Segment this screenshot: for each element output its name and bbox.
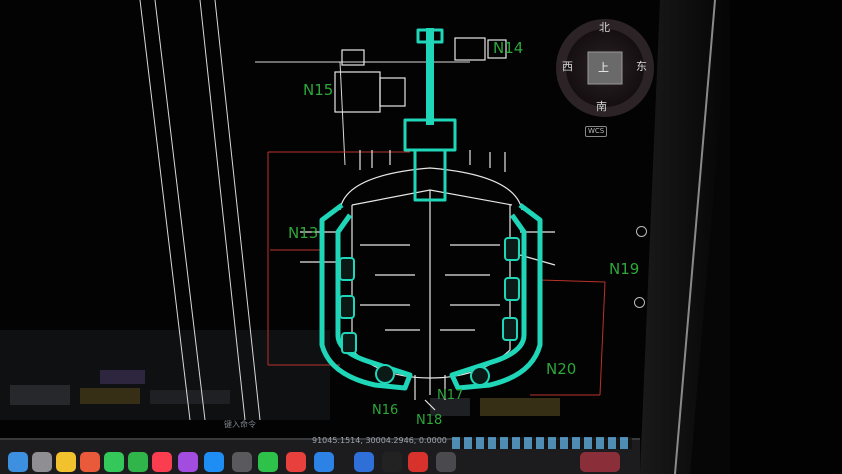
nozzle-label-n13: N13	[288, 224, 319, 242]
settings-icon[interactable]	[204, 452, 224, 472]
compass-west[interactable]: 西	[562, 61, 573, 72]
facetime-icon[interactable]	[80, 452, 100, 472]
music-icon[interactable]	[128, 452, 148, 472]
status-toolbar[interactable]	[452, 437, 632, 449]
trash-icon[interactable]	[580, 452, 620, 472]
downloads-icon[interactable]	[436, 452, 456, 472]
notes-icon[interactable]	[314, 452, 334, 472]
command-line-hint[interactable]: 键入命令	[224, 421, 256, 429]
app-store-icon[interactable]	[178, 452, 198, 472]
wps-icon[interactable]	[258, 452, 278, 472]
messages-icon[interactable]	[104, 452, 124, 472]
launchpad-icon[interactable]	[32, 452, 52, 472]
compass-north[interactable]: 北	[599, 22, 610, 33]
autocad-icon[interactable]	[382, 452, 402, 472]
nozzle-label-n20: N20	[546, 360, 577, 378]
status-coordinates: 91045.1514, 30004.2946, 0.0000	[312, 436, 447, 445]
terminal-icon[interactable]	[408, 452, 428, 472]
photos-icon[interactable]	[56, 452, 76, 472]
nozzle-label-n17: N17	[437, 388, 464, 403]
wcs-menu[interactable]: WCS	[585, 126, 608, 137]
viewcube-top-face[interactable]: 上	[598, 62, 609, 73]
nozzle-label-n18: N18	[416, 413, 443, 428]
podcasts-icon[interactable]	[152, 452, 172, 472]
compass-south[interactable]: 南	[596, 101, 607, 112]
navbar-button[interactable]	[636, 226, 647, 237]
wechat-icon[interactable]	[232, 452, 252, 472]
nozzle-label-n16: N16	[372, 403, 399, 418]
search-icon[interactable]	[286, 452, 306, 472]
nozzle-label-n14: N14	[493, 39, 524, 57]
laptop-bezel	[640, 0, 842, 474]
nozzle-label-n19: N19	[609, 260, 640, 278]
nozzle-label-n15: N15	[303, 81, 334, 99]
finder-icon[interactable]	[8, 452, 28, 472]
qq-icon[interactable]	[354, 452, 374, 472]
cad-screen-photo	[0, 0, 842, 474]
navbar-button[interactable]	[634, 297, 645, 308]
compass-east[interactable]: 东	[636, 61, 647, 72]
